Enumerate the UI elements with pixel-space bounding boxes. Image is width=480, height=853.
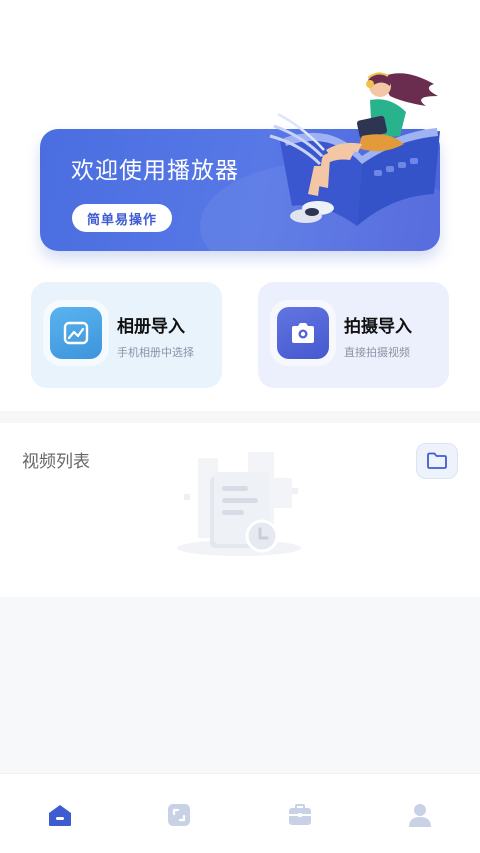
video-list-title: 视频列表 (22, 452, 90, 472)
shoot-import-card[interactable]: 拍摄导入 直接拍摄视频 (258, 282, 449, 388)
banner-title: 欢迎使用播放器 (71, 158, 239, 184)
album-import-title: 相册导入 (117, 317, 185, 337)
bottom-navigation (0, 773, 480, 853)
nav-convert-tab[interactable] (161, 798, 197, 832)
album-icon-wrapper (43, 300, 109, 366)
section-divider (0, 411, 480, 423)
shoot-import-title: 拍摄导入 (344, 317, 412, 337)
folder-button[interactable] (416, 443, 458, 479)
nav-tools-tab[interactable] (282, 798, 318, 832)
album-import-subtitle: 手机相册中选择 (117, 346, 194, 359)
nav-profile-tab[interactable] (402, 798, 438, 832)
empty-list-area (0, 597, 480, 773)
folder-icon (427, 452, 447, 469)
album-import-card[interactable]: 相册导入 手机相册中选择 (31, 282, 222, 388)
toolbox-icon (289, 804, 311, 825)
camera-icon-wrapper (270, 300, 336, 366)
easy-operation-button[interactable]: 简单易操作 (72, 204, 172, 232)
convert-icon (168, 804, 190, 826)
profile-icon (409, 804, 431, 827)
girl-reading-illustration (269, 72, 440, 226)
nav-home-tab[interactable] (42, 798, 78, 832)
camera-icon (277, 307, 329, 359)
home-icon (49, 805, 71, 826)
image-icon (50, 307, 102, 359)
shoot-import-subtitle: 直接拍摄视频 (344, 346, 410, 359)
empty-document-illustration (177, 452, 301, 556)
